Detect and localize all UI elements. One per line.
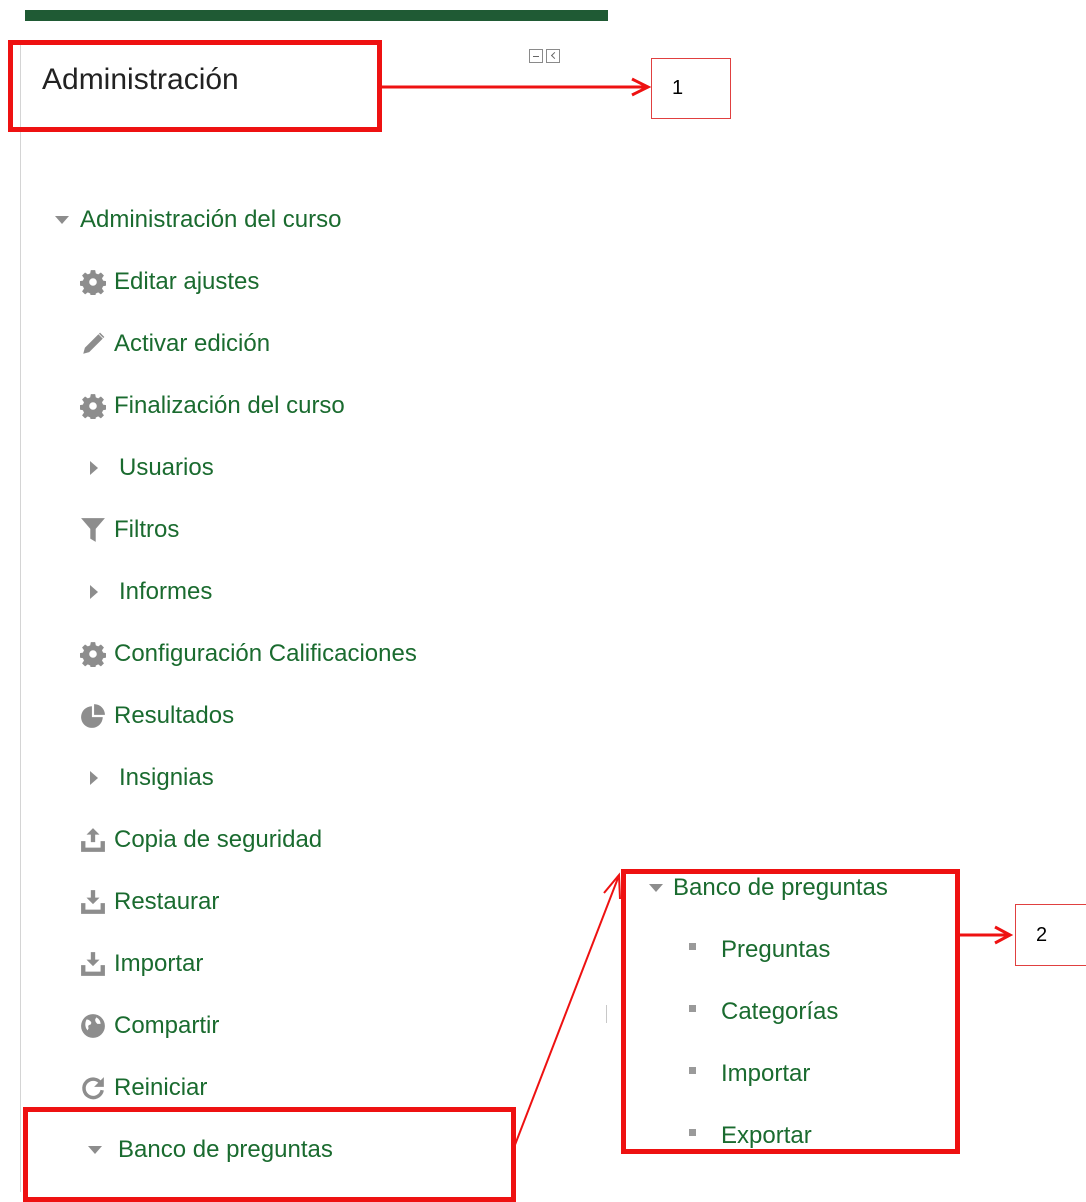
annotation-arrows bbox=[382, 77, 1014, 1151]
arrow-line-3 bbox=[512, 877, 619, 1151]
